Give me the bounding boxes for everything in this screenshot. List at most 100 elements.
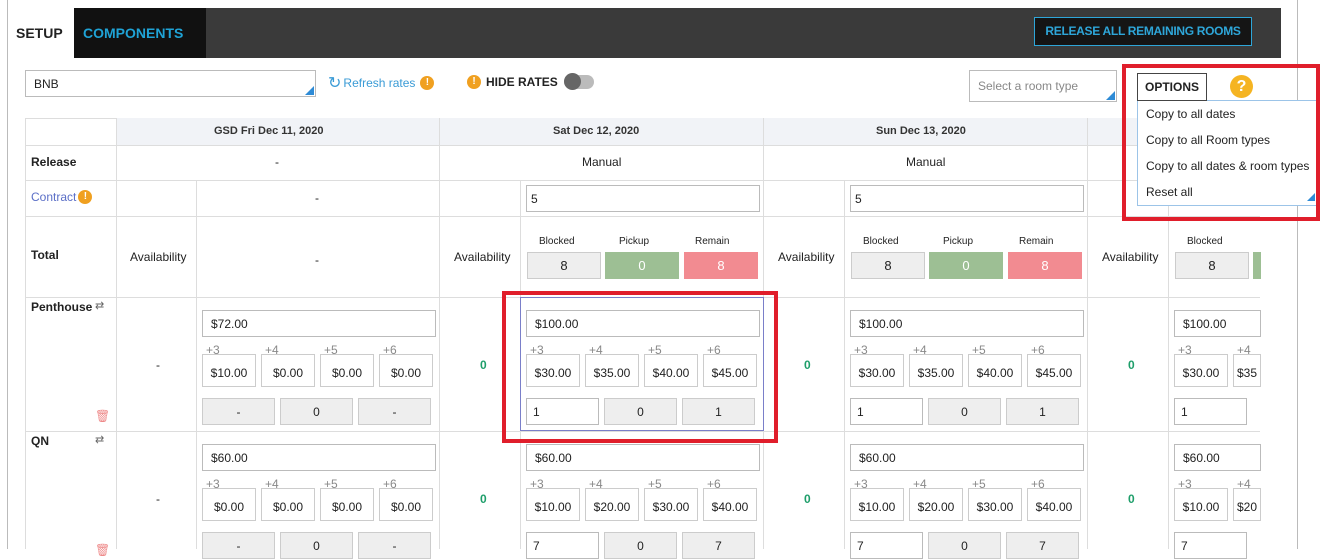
swap-icon[interactable]: ⇄ (95, 299, 104, 312)
release-value: Manual (582, 155, 622, 169)
price-input[interactable]: $60.00 (850, 444, 1084, 471)
extra-rate-input[interactable]: $40.00 (968, 354, 1022, 387)
extra-rate-input[interactable]: $35 (1233, 354, 1261, 387)
allotment-cell[interactable]: 7 (682, 532, 755, 559)
col-divider (1168, 180, 1169, 549)
board-select-value: BNB (34, 76, 59, 91)
total-value: - (315, 253, 319, 267)
contract-label: Contract (31, 190, 77, 204)
extra-rate-input[interactable]: $10.00 (850, 488, 904, 521)
extra-rate-input[interactable]: $0.00 (261, 354, 315, 387)
info-icon: ! (467, 75, 481, 89)
price-input[interactable]: $100.00 (850, 310, 1084, 337)
price-value: $100.00 (859, 316, 903, 331)
allotment-input[interactable]: 7 (850, 532, 923, 559)
extra-rate-input[interactable]: $30.00 (644, 488, 698, 521)
price-value: $60.00 (859, 450, 896, 465)
blocked-value: 8 (527, 252, 601, 279)
contract-input[interactable]: 5 (526, 185, 760, 212)
room-name: QN (31, 434, 49, 448)
refresh-icon: ↻ (328, 75, 342, 92)
hide-rates-toggle[interactable] (563, 73, 594, 90)
extra-rate-input[interactable]: $0.00 (202, 488, 256, 521)
tab-setup[interactable]: SETUP (8, 8, 74, 58)
allotment-cell[interactable]: 7 (1006, 532, 1079, 559)
pickup-value: 0 (605, 252, 679, 279)
blocked-value: 8 (1175, 252, 1249, 279)
extra-rate-input[interactable]: $20.00 (909, 488, 963, 521)
extra-rate-input[interactable]: $40.00 (703, 488, 757, 521)
price-value: $60.00 (211, 450, 248, 465)
allotment-input[interactable]: 7 (526, 532, 599, 559)
allotment-cell: 0 (928, 532, 1001, 559)
allotment-cell[interactable]: 1 (1006, 398, 1079, 425)
blocked-label: Blocked (539, 236, 575, 247)
allotment-input[interactable]: 1 (850, 398, 923, 425)
allotment-value: 7 (1181, 538, 1188, 553)
allotment-cell: 0 (280, 398, 353, 425)
availability-value: 0 (804, 358, 811, 372)
release-value: Manual (906, 155, 946, 169)
extra-rate-input[interactable]: $0.00 (320, 354, 374, 387)
availability-header: Availability (1102, 250, 1159, 264)
row-divider (25, 180, 1260, 181)
extra-rate-input[interactable]: $30.00 (1174, 354, 1228, 387)
allotment-cell[interactable]: - (202, 532, 275, 559)
price-input[interactable]: $60.00 (202, 444, 436, 471)
allotment-cell[interactable]: - (202, 398, 275, 425)
price-input[interactable]: $60.00 (1174, 444, 1261, 471)
options-highlight-box (1122, 64, 1320, 221)
allotment-input[interactable]: 1 (1174, 398, 1247, 425)
board-select[interactable]: BNB (25, 70, 316, 97)
allotment-cell[interactable]: - (358, 398, 431, 425)
extra-rate-input[interactable]: $30.00 (850, 354, 904, 387)
hide-rates-label: HIDE RATES (486, 75, 558, 89)
allotment-cell: 0 (280, 532, 353, 559)
availability-value: - (156, 358, 160, 372)
extra-rate-input[interactable]: $10.00 (202, 354, 256, 387)
availability-value: 0 (804, 492, 811, 506)
release-all-remaining-rooms-button[interactable]: RELEASE ALL REMAINING ROOMS (1034, 17, 1252, 46)
extra-rate-input[interactable]: $20.00 (585, 488, 639, 521)
col-divider (196, 180, 197, 549)
price-value: $60.00 (535, 450, 572, 465)
extra-rate-input[interactable]: $10.00 (1174, 488, 1228, 521)
swap-icon[interactable]: ⇄ (95, 433, 104, 446)
remain-value: 8 (1008, 252, 1082, 279)
contract-input-value: 5 (855, 191, 862, 206)
extra-rate-input[interactable]: $0.00 (379, 354, 433, 387)
extra-rate-input[interactable]: $45.00 (1027, 354, 1081, 387)
col-divider (116, 118, 117, 549)
price-input[interactable]: $100.00 (1174, 310, 1261, 337)
col-divider (439, 118, 440, 549)
extra-rate-input[interactable]: $30.00 (968, 488, 1022, 521)
extra-rate-input[interactable]: $40.00 (1027, 488, 1081, 521)
refresh-rates-link[interactable]: ↻ Refresh rates ! (328, 73, 435, 93)
room-type-select[interactable]: Select a room type (969, 70, 1117, 102)
extra-rate-input[interactable]: $20 (1233, 488, 1261, 521)
tab-components[interactable]: COMPONENTS (74, 8, 206, 58)
pickup-value-partial (1253, 252, 1261, 279)
page: SETUP COMPONENTS RELEASE ALL REMAINING R… (0, 0, 1321, 559)
allotment-cell[interactable]: - (358, 532, 431, 559)
trash-icon[interactable]: 🗑 (95, 543, 110, 557)
contract-input[interactable]: 5 (850, 185, 1084, 212)
row-divider (25, 145, 1260, 146)
extra-rate-input[interactable]: $0.00 (320, 488, 374, 521)
availability-value: 0 (480, 492, 487, 506)
price-value: $72.00 (211, 316, 248, 331)
extra-rate-input[interactable]: $0.00 (379, 488, 433, 521)
extra-rate-input[interactable]: $0.00 (261, 488, 315, 521)
extra-rate-input[interactable]: $35.00 (909, 354, 963, 387)
hide-rates-toggle-group: ! HIDE RATES (467, 73, 594, 90)
price-input[interactable]: $60.00 (526, 444, 760, 471)
availability-header: Availability (130, 250, 187, 264)
remain-label: Remain (695, 236, 730, 247)
allotment-value: 7 (533, 538, 540, 553)
blocked-value: 8 (851, 252, 925, 279)
extra-rate-input[interactable]: $10.00 (526, 488, 580, 521)
trash-icon[interactable]: 🗑 (95, 409, 110, 423)
price-input[interactable]: $72.00 (202, 310, 436, 337)
refresh-rates-label: Refresh rates (343, 76, 416, 90)
allotment-input[interactable]: 7 (1174, 532, 1247, 559)
